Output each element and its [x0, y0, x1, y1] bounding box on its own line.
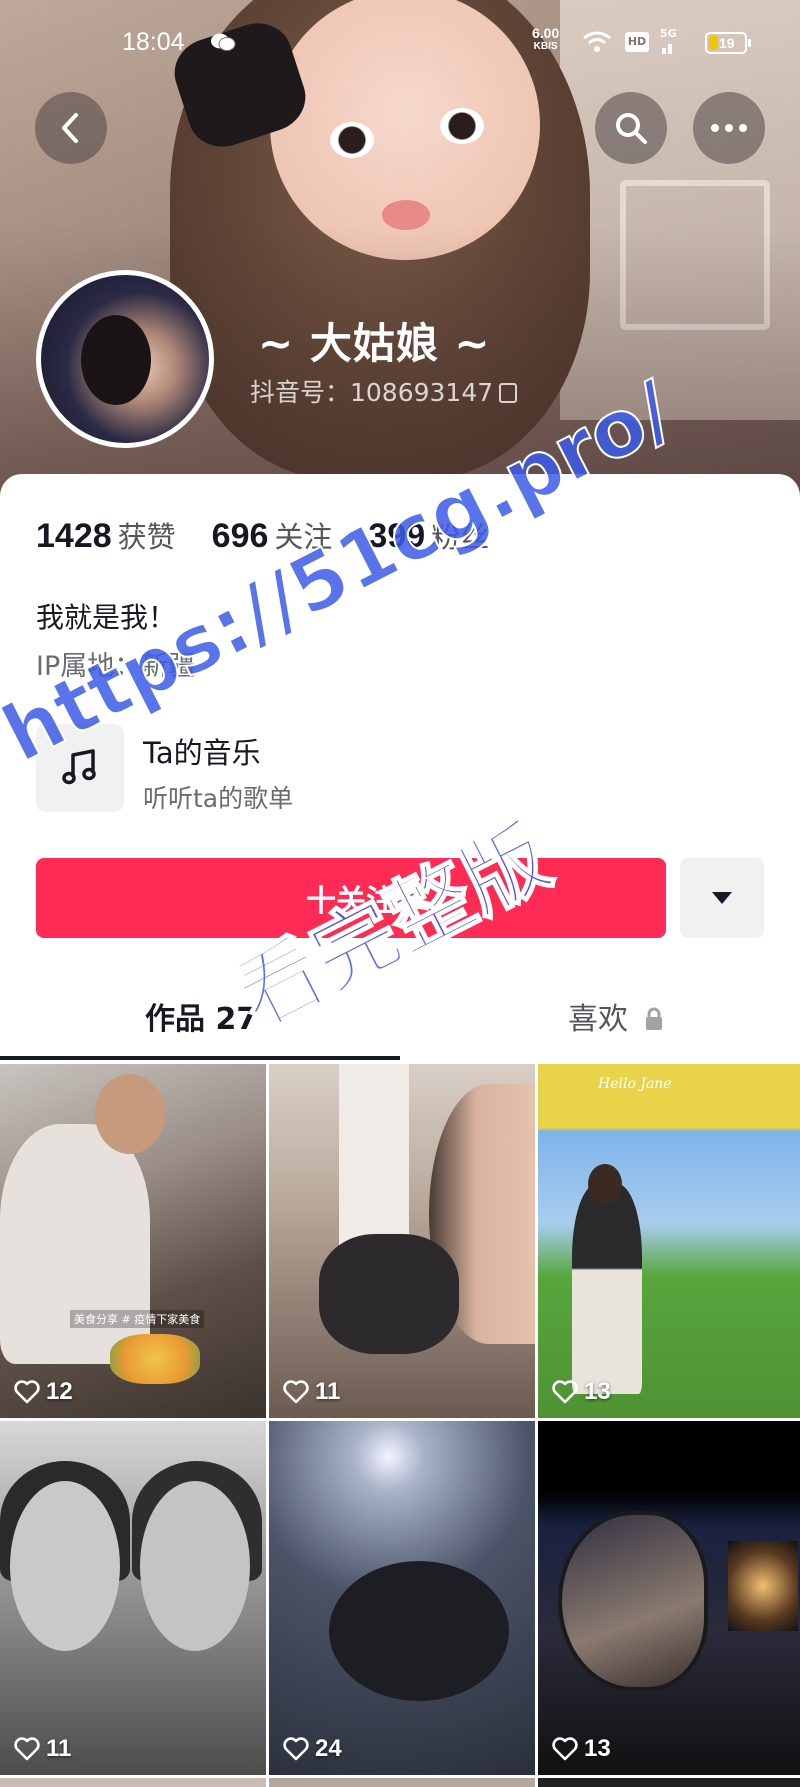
- thumbnail-face: [140, 1481, 250, 1651]
- video-thumbnail[interactable]: 13: [538, 1421, 800, 1775]
- profile-card: 1428 获赞 696 关注 399 粉丝 我就是我！ IP属地：新疆 Ta的音乐 听…: [0, 474, 800, 1064]
- stat-likes[interactable]: 1428 获赞: [36, 514, 176, 556]
- stat-label: 粉丝: [431, 520, 490, 554]
- heart-icon: [283, 1737, 309, 1761]
- video-likes-count: 11: [315, 1378, 341, 1405]
- search-icon: [616, 113, 647, 144]
- video-thumbnail[interactable]: [538, 1778, 800, 1787]
- thumbnail-figure: [0, 1124, 150, 1364]
- wechat-icon: [211, 33, 236, 51]
- thumbnail-silhouette: [329, 1561, 509, 1701]
- stat-label: 关注: [274, 520, 333, 554]
- douyin-id-text: 抖音号：108693147: [250, 378, 494, 407]
- network-speed: 6.00 KB/S: [532, 26, 559, 54]
- douyin-id[interactable]: 抖音号：108693147: [250, 373, 518, 409]
- search-button[interactable]: [595, 92, 667, 164]
- stat-followers[interactable]: 399 粉丝: [368, 514, 489, 556]
- signal-label: 5G: [660, 27, 677, 40]
- heart-icon: [14, 1380, 40, 1404]
- heart-icon: [552, 1380, 578, 1404]
- ip-location: IP属地：新疆: [36, 651, 196, 682]
- stat-value: 1428: [36, 517, 112, 555]
- wifi-icon: [583, 31, 611, 52]
- stat-value: 399: [368, 517, 426, 555]
- video-thumbnail[interactable]: 11: [269, 1064, 535, 1418]
- status-time: 18:04: [122, 28, 185, 56]
- signal-indicator: 5G: [660, 28, 680, 57]
- video-likes-count: 12: [46, 1378, 73, 1405]
- battery-icon: 19: [705, 32, 751, 54]
- back-button[interactable]: [35, 92, 107, 164]
- video-thumbnail[interactable]: 24: [269, 1421, 535, 1775]
- video-likes: 13: [552, 1735, 611, 1763]
- hd-badge: HD: [625, 32, 649, 52]
- video-likes: 13: [552, 1378, 611, 1406]
- video-likes-count: 11: [46, 1735, 72, 1762]
- video-likes-count: 13: [584, 1378, 611, 1405]
- follow-button[interactable]: 十关注: [36, 858, 666, 938]
- music-title[interactable]: Ta的音乐: [143, 730, 261, 772]
- avatar-photo: [81, 315, 151, 405]
- thumbnail-figure: [588, 1164, 622, 1204]
- video-thumbnail[interactable]: 11: [0, 1421, 266, 1775]
- thumbnail-figure: [572, 1184, 642, 1394]
- thumbnail-sign: Hello Jane: [598, 1076, 672, 1092]
- stat-label: 获赞: [117, 520, 176, 554]
- video-likes-count: 24: [315, 1735, 342, 1762]
- status-bar: 18:04 6.00 KB/S HD 5G 19: [0, 26, 800, 60]
- tab-underline: [0, 1056, 400, 1060]
- video-caption: 美食分享 # 疫情下家美食: [70, 1310, 205, 1328]
- copy-icon[interactable]: [499, 383, 518, 403]
- more-button[interactable]: [693, 92, 765, 164]
- thumbnail-car-mirror: [558, 1511, 708, 1691]
- signal-bars-icon: [662, 44, 672, 54]
- video-thumbnail[interactable]: Hello Jane 13: [538, 1064, 800, 1418]
- nickname: ~ 大姑娘 ~: [258, 319, 491, 368]
- heart-icon: [552, 1737, 578, 1761]
- battery-level: 19: [719, 35, 735, 51]
- caret-down-icon: [712, 892, 732, 904]
- heart-icon: [283, 1380, 309, 1404]
- tab-likes-label: 喜欢: [568, 1002, 628, 1037]
- video-likes-count: 13: [584, 1735, 611, 1762]
- network-speed-unit: KB/S: [533, 41, 558, 52]
- video-thumbnail[interactable]: [269, 1778, 535, 1787]
- thumbnail-figure: [95, 1074, 165, 1154]
- battery-fill: [709, 36, 718, 50]
- stat-following[interactable]: 696 关注: [212, 514, 333, 556]
- chevron-left-icon: [62, 113, 78, 143]
- video-thumbnail[interactable]: 美食分享 # 疫情下家美食 12: [0, 1064, 266, 1418]
- lock-icon: [645, 1007, 662, 1030]
- video-likes: 12: [14, 1378, 73, 1406]
- thumbnail-face: [10, 1481, 120, 1651]
- tab-likes[interactable]: 喜欢: [568, 994, 664, 1038]
- thumbnail-food: [110, 1334, 200, 1384]
- video-likes: 11: [14, 1735, 71, 1763]
- music-subtitle: 听听ta的歌单: [143, 784, 294, 813]
- tab-works[interactable]: 作品 27: [145, 994, 257, 1038]
- video-grid: 美食分享 # 疫情下家美食 12 11 Hello Jane 13 11 24 …: [0, 1064, 800, 1787]
- recommend-dropdown-button[interactable]: [680, 858, 764, 938]
- heart-icon: [14, 1737, 40, 1761]
- video-thumbnail[interactable]: [0, 1778, 266, 1787]
- music-tile[interactable]: [36, 724, 124, 812]
- video-likes: 24: [283, 1735, 342, 1763]
- music-note-icon: [62, 749, 96, 785]
- stat-value: 696: [211, 517, 269, 555]
- more-dots-icon: [711, 124, 747, 132]
- thumbnail-street-light: [728, 1541, 798, 1631]
- thumbnail-coat: [319, 1234, 459, 1354]
- bio-text: 我就是我！: [36, 601, 177, 634]
- avatar[interactable]: [36, 270, 214, 448]
- video-likes: 11: [283, 1378, 340, 1406]
- profile-stats: 1428 获赞 696 关注 399 粉丝: [36, 514, 489, 556]
- network-speed-value: 6.00: [532, 25, 560, 41]
